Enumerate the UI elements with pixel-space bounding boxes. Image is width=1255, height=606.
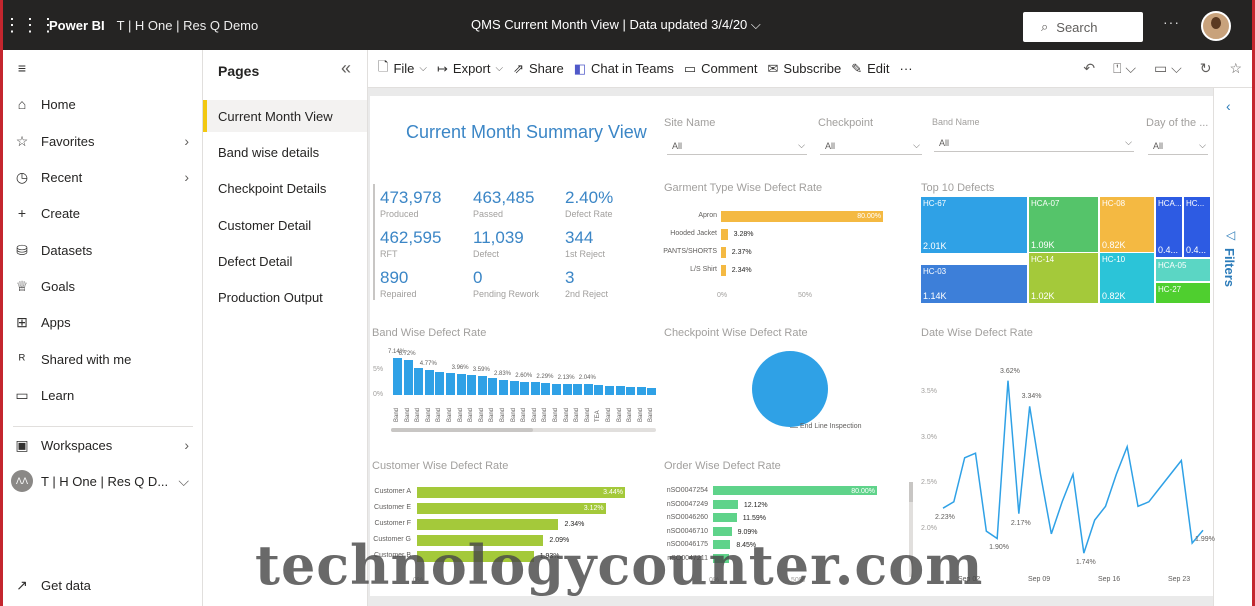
bar-data-label: 2.34% xyxy=(564,521,585,528)
scroll-thumb[interactable] xyxy=(909,482,913,502)
bar-data-label: 80.00% xyxy=(851,488,875,495)
watermark: technologycounter.com xyxy=(255,533,984,597)
line-data-label: 3.34% xyxy=(1021,393,1042,401)
line-data-label: 2.23% xyxy=(935,514,955,522)
bar xyxy=(713,513,737,522)
line-plot xyxy=(942,380,1204,554)
bar-category-label: Customer F xyxy=(374,520,411,527)
bar-category-label: Customer E xyxy=(374,504,411,511)
bar-category-label: Customer A xyxy=(374,488,411,495)
line-data-label: 1.99% xyxy=(1195,536,1215,544)
bar-data-label: 3.44% xyxy=(603,489,623,496)
axis-tick-label: 2.5% xyxy=(921,479,937,487)
bar xyxy=(713,499,738,509)
bar-data-label: 12.12% xyxy=(743,501,768,509)
bar-data-label: 11.59% xyxy=(742,515,766,522)
line-data-label: 1.74% xyxy=(1075,559,1096,567)
line-data-label: 2.17% xyxy=(1010,519,1031,527)
axis-tick-label: Sep 16 xyxy=(1098,576,1121,583)
bar-data-label: 3.12% xyxy=(583,505,604,512)
bar-category-label: nSO0047249 xyxy=(666,500,708,508)
line-data-label: 3.62% xyxy=(1000,367,1020,375)
bar xyxy=(417,519,559,530)
axis-tick-label: 3.0% xyxy=(921,433,937,441)
axis-tick-label: 2.0% xyxy=(921,525,937,533)
line-series[interactable] xyxy=(942,380,1204,554)
axis-tick-label: Sep 23 xyxy=(1168,576,1191,583)
bar-category-label: nSO0046260 xyxy=(666,514,708,521)
axis-tick-label: 3.5% xyxy=(921,387,937,395)
axis-tick-label: Sep 09 xyxy=(1028,576,1051,583)
app-frame: ⋮⋮⋮ Power BI T | H One | Res Q Demo QMS … xyxy=(0,0,1255,606)
bar-category-label: nSO0047254 xyxy=(666,487,708,494)
line-data-label: 1.90% xyxy=(989,544,1010,552)
